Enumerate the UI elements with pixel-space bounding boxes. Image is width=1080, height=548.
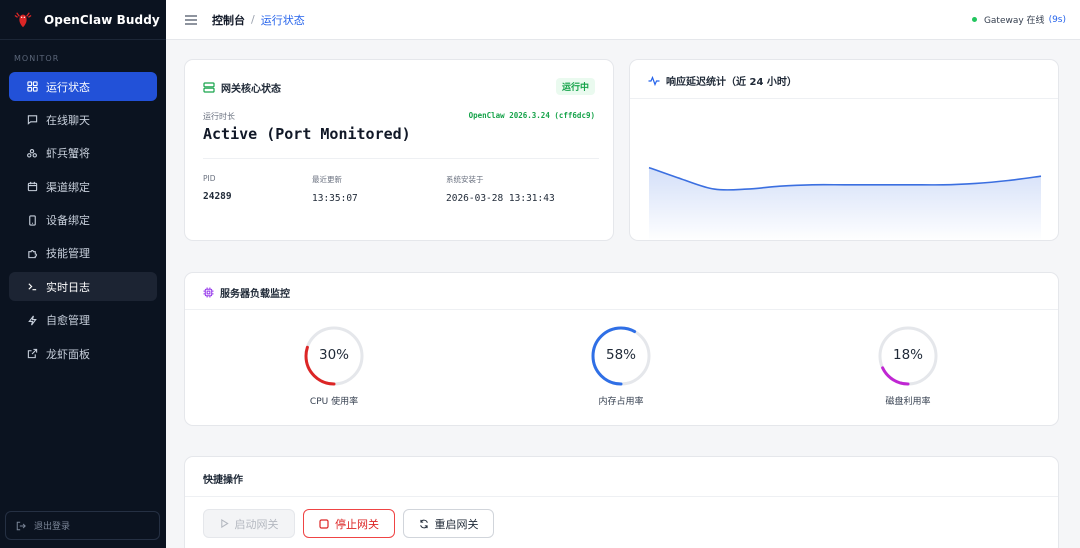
sidebar-item-label: 渠道绑定	[46, 180, 90, 194]
uptime-label: 运行时长	[203, 112, 235, 121]
disk-label: 磁盘利用率	[885, 397, 931, 407]
card-title: 响应延迟统计（近 24 小时）	[666, 77, 797, 88]
server-icon	[203, 82, 215, 93]
app-title: OpenClaw Buddy	[44, 12, 160, 27]
logout-button[interactable]: 退出登录	[5, 511, 160, 540]
sidebar-nav: 运行状态 在线聊天 虾兵蟹将 渠道绑定 设备绑定 技能管理 实时日志 自愈管理	[0, 72, 166, 368]
server-load-card: 服务器负载监控 30% CPU 使用率 58% 内存占用率 18% 磁盘利用率	[184, 272, 1059, 426]
sidebar-item-label: 自愈管理	[46, 314, 90, 328]
calendar-icon	[26, 181, 38, 193]
sidebar-item-label: 在线聊天	[46, 113, 90, 127]
quick-actions-card: 快捷操作 启动网关 停止网关 重启网关	[184, 456, 1059, 548]
latency-area	[649, 167, 1041, 240]
sidebar-item-label: 龙虾面板	[46, 347, 90, 361]
grid-icon	[26, 81, 38, 93]
menu-icon[interactable]	[184, 13, 198, 27]
terminal-icon	[26, 281, 38, 293]
sidebar-item-skills[interactable]: 技能管理	[9, 239, 157, 268]
sidebar-item-selfheal[interactable]: 自愈管理	[9, 306, 157, 335]
gateway-seconds: (9s)	[1048, 14, 1066, 25]
status-text: Active (Port Monitored)	[203, 125, 411, 143]
sidebar-item-devices[interactable]: 设备绑定	[9, 206, 157, 235]
sidebar-item-team[interactable]: 虾兵蟹将	[9, 139, 157, 168]
card-header: 网关核心状态	[203, 80, 281, 95]
sidebar-item-lobster-panel[interactable]: 龙虾面板	[9, 339, 157, 368]
start-label: 启动网关	[234, 517, 279, 531]
updated-label: 最近更新	[312, 175, 342, 184]
divider	[203, 158, 599, 159]
breadcrumb-separator: /	[251, 13, 255, 26]
chat-icon	[26, 114, 38, 126]
pid-block: PID 24289	[203, 174, 232, 202]
memory-label: 内存占用率	[598, 397, 644, 407]
refresh-icon	[419, 519, 429, 529]
card-header: 响应延迟统计（近 24 小时）	[648, 73, 797, 88]
breadcrumb-current: 运行状态	[260, 13, 305, 27]
puzzle-icon	[26, 247, 38, 259]
restart-gateway-button[interactable]: 重启网关	[403, 509, 494, 538]
updated-block: 最近更新 13:35:07	[312, 174, 358, 204]
memory-gauge: 58% 内存占用率	[561, 325, 681, 407]
logout-icon	[16, 521, 26, 531]
sidebar-item-channels[interactable]: 渠道绑定	[9, 172, 157, 201]
disk-value: 18%	[892, 347, 923, 363]
card-title: 服务器负载监控	[220, 289, 290, 300]
breadcrumb: 控制台 / 运行状态	[212, 12, 305, 28]
topbar: 控制台 / 运行状态 Gateway 在线 (9s)	[166, 0, 1080, 40]
external-link-icon	[26, 348, 38, 360]
sidebar-item-logs[interactable]: 实时日志	[9, 272, 157, 302]
divider	[185, 309, 1058, 310]
cpu-chip-icon	[203, 287, 214, 298]
team-icon	[26, 147, 38, 159]
play-icon	[220, 519, 229, 528]
device-icon	[26, 214, 38, 226]
cpu-value: 30%	[318, 347, 349, 363]
latency-card: 响应延迟统计（近 24 小时）	[629, 59, 1059, 241]
restart-label: 重启网关	[434, 517, 479, 531]
bolt-icon	[26, 314, 38, 326]
latency-chart	[648, 166, 1042, 240]
sidebar-item-chat[interactable]: 在线聊天	[9, 105, 157, 134]
sidebar-item-label: 虾兵蟹将	[46, 147, 90, 161]
lobster-logo-icon	[14, 11, 32, 27]
sidebar-item-label: 运行状态	[46, 80, 90, 94]
sidebar-item-label: 技能管理	[46, 247, 90, 261]
memory-value: 58%	[605, 347, 636, 363]
cpu-gauge: 30% CPU 使用率	[274, 325, 394, 407]
installed-value: 2026-03-28 13:31:43	[446, 193, 555, 204]
card-title: 快捷操作	[203, 475, 243, 486]
online-dot-icon	[971, 17, 977, 22]
stop-gateway-button[interactable]: 停止网关	[303, 509, 395, 538]
brand: OpenClaw Buddy	[0, 0, 166, 40]
disk-gauge: 18% 磁盘利用率	[848, 325, 968, 407]
pid-value: 24289	[203, 191, 232, 202]
breadcrumb-root[interactable]: 控制台	[212, 12, 245, 28]
start-gateway-button[interactable]: 启动网关	[203, 509, 295, 538]
sidebar-item-label: 实时日志	[46, 280, 90, 294]
gateway-status-card: 网关核心状态 运行中 运行时长 OpenClaw 2026.3.24 (cff6…	[184, 59, 614, 241]
card-header: 快捷操作	[203, 471, 243, 486]
logout-label: 退出登录	[34, 522, 71, 532]
stop-label: 停止网关	[335, 517, 379, 531]
cpu-label: CPU 使用率	[309, 397, 359, 407]
sidebar: OpenClaw Buddy MONITOR 运行状态 在线聊天 虾兵蟹将 渠道…	[0, 0, 166, 548]
updated-value: 13:35:07	[312, 193, 358, 204]
sidebar-item-label: 设备绑定	[46, 214, 90, 228]
installed-block: 系统安装于 2026-03-28 13:31:43	[446, 174, 555, 204]
section-label: MONITOR	[14, 54, 60, 63]
running-badge: 运行中	[555, 78, 595, 95]
installed-label: 系统安装于	[446, 175, 484, 184]
card-title: 网关核心状态	[221, 84, 281, 95]
gateway-status: Gateway 在线 (9s)	[971, 13, 1066, 26]
gateway-status-text: Gateway 在线	[983, 16, 1045, 26]
pulse-icon	[648, 75, 660, 86]
sidebar-item-status[interactable]: 运行状态	[9, 72, 157, 101]
card-header: 服务器负载监控	[203, 285, 290, 300]
stop-icon	[319, 518, 329, 529]
version-text: OpenClaw 2026.3.24 (cff6dc9)	[468, 111, 595, 120]
divider	[185, 496, 1058, 497]
pid-label: PID	[203, 174, 216, 183]
